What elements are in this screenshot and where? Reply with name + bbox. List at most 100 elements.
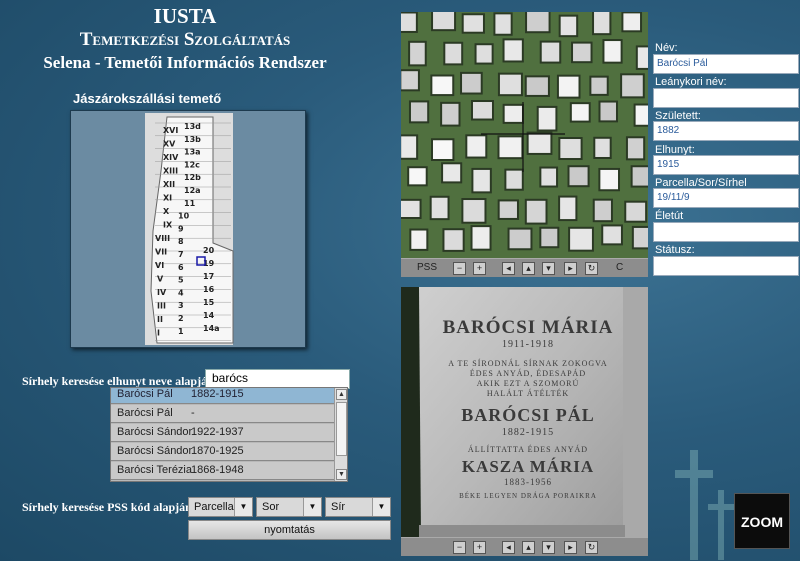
arrow-up-icon[interactable]: ▴ — [522, 541, 535, 554]
cemetery-map-drawing[interactable]: XVIXVXIVXIIIXIIXIXIXVIIIVIIVIVIVIIIIII13… — [71, 111, 305, 347]
chevron-down-icon: ▼ — [234, 498, 252, 516]
plot-label: XIII — [163, 167, 178, 176]
grave-marker — [592, 12, 612, 36]
eletut-label: Életút — [655, 210, 684, 222]
sor-select[interactable]: Sor ▼ — [256, 497, 322, 517]
plot-label: 12c — [184, 160, 200, 169]
grave-marker — [497, 199, 519, 220]
plot-label: II — [157, 315, 163, 324]
plot-label: 20 — [203, 246, 215, 255]
photo-controls: − + ◂ ▴ ▾ ▸ ↻ — [401, 537, 648, 556]
grave-marker — [621, 12, 643, 33]
scroll-up-icon[interactable]: ▲ — [336, 389, 347, 400]
grave-marker — [502, 103, 524, 124]
grave-marker — [602, 39, 623, 64]
headstone-photo: BARÓCSI MÁRIA 1911-1918 A TE SÍRODNÁL SÍ… — [401, 287, 648, 537]
grave-marker — [620, 73, 645, 99]
grave-marker — [635, 45, 648, 70]
plot-label: 3 — [178, 301, 184, 310]
plot-label: 11 — [184, 199, 196, 208]
pss-search-label: Sírhely keresése PSS kód alapján: — [22, 500, 196, 514]
plot-label: III — [157, 302, 166, 311]
cemetery-name: Jászárokszállási temető — [73, 91, 222, 106]
grave-marker — [504, 168, 524, 191]
list-item[interactable]: Barócsi Sándor 1870-1925 — [111, 443, 336, 461]
grave-marker — [429, 195, 450, 221]
chevron-down-icon: ▼ — [303, 498, 321, 516]
grave-marker — [443, 41, 464, 66]
arrow-right-icon[interactable]: ▸ — [564, 541, 577, 554]
plot-label: 14a — [203, 324, 220, 333]
grave-marker — [401, 134, 419, 160]
grave-marker — [497, 72, 523, 97]
sir-select[interactable]: Sír ▼ — [325, 497, 391, 517]
refresh-icon[interactable]: ↻ — [585, 262, 598, 275]
aerial-image[interactable] — [401, 12, 648, 258]
plot-label: 7 — [178, 250, 184, 259]
parcella-select[interactable]: Parcella ▼ — [188, 497, 253, 517]
plot-label: 17 — [203, 272, 214, 281]
pss-field: 19/11/9 — [653, 188, 799, 208]
plot-label: IV — [157, 288, 167, 297]
grave-marker — [525, 12, 551, 34]
plot-label: 8 — [178, 237, 184, 246]
grave-marker — [442, 228, 465, 252]
grave-marker — [474, 43, 494, 65]
grave-marker — [461, 13, 485, 34]
print-button[interactable]: nyomtatás — [188, 520, 391, 540]
plot-label: XIV — [163, 153, 179, 162]
results-scrollbar[interactable]: ▲ ▼ — [334, 388, 347, 481]
arrow-down-icon[interactable]: ▾ — [542, 262, 555, 275]
arrow-up-icon[interactable]: ▴ — [522, 262, 535, 275]
list-item[interactable]: Barócsi Sándor 1922-1937 — [111, 424, 336, 442]
grave-marker — [430, 74, 455, 97]
grave-marker — [524, 75, 550, 97]
plot-label: 6 — [178, 263, 184, 272]
plot-label: XI — [163, 194, 172, 203]
grave-marker — [401, 69, 420, 92]
grave-marker — [556, 74, 581, 99]
plot-label: 9 — [178, 224, 184, 233]
grave-marker — [440, 101, 461, 127]
arrow-down-icon[interactable]: ▾ — [542, 541, 555, 554]
arrow-right-icon[interactable]: ▸ — [564, 262, 577, 275]
scroll-down-icon[interactable]: ▼ — [336, 469, 347, 480]
decorative-cross-icon — [675, 450, 734, 560]
grave-marker — [598, 167, 621, 192]
grave-marker — [431, 12, 457, 32]
zoom-logo: ZOOM — [734, 493, 790, 549]
results-list[interactable]: Barócsi Pál 1882-1915 Barócsi Pál - Barócs… — [110, 387, 348, 482]
scroll-thumb[interactable] — [336, 402, 347, 456]
grave-marker — [571, 41, 593, 64]
minus-icon[interactable]: − — [453, 541, 466, 554]
nev-field: Barócsi Pál — [653, 54, 799, 74]
app-subtitle: Temetkezési Szolgáltatás — [79, 29, 291, 50]
grave-marker — [497, 135, 524, 160]
grave-marker — [589, 75, 609, 96]
refresh-icon[interactable]: ↻ — [585, 541, 598, 554]
arrow-left-icon[interactable]: ◂ — [502, 541, 515, 554]
plot-label: VI — [155, 261, 164, 270]
aerial-view[interactable] — [401, 12, 648, 258]
grave-marker — [493, 12, 513, 36]
system-name: Selena - Temetői Információs Rendszer — [43, 53, 327, 72]
plot-label: VII — [155, 248, 167, 257]
grave-marker — [593, 136, 612, 159]
grave-marker — [558, 195, 578, 222]
arrow-left-icon[interactable]: ◂ — [502, 262, 515, 275]
cemetery-map[interactable]: XVI XV XIV XIII XII XI X IX VIII VII VI V IV III II I 13… — [70, 110, 306, 348]
plot-label: 1 — [178, 327, 184, 336]
grave-marker — [524, 198, 548, 225]
list-item[interactable]: Barócsi Terézia 1868-1948 — [111, 462, 336, 480]
grave-marker — [569, 102, 591, 123]
list-item[interactable]: Barócsi Pál 1882-1915 — [111, 388, 336, 404]
name-search-input[interactable]: barócs — [205, 369, 350, 389]
plot-label: XVI — [163, 126, 178, 135]
list-item[interactable]: Barócsi Pál - — [111, 405, 336, 423]
grave-marker — [539, 40, 562, 64]
minus-icon[interactable]: − — [453, 262, 466, 275]
plus-icon[interactable]: + — [473, 541, 486, 554]
plus-icon[interactable]: + — [473, 262, 486, 275]
grave-marker — [401, 12, 418, 33]
grave-marker — [624, 200, 648, 223]
